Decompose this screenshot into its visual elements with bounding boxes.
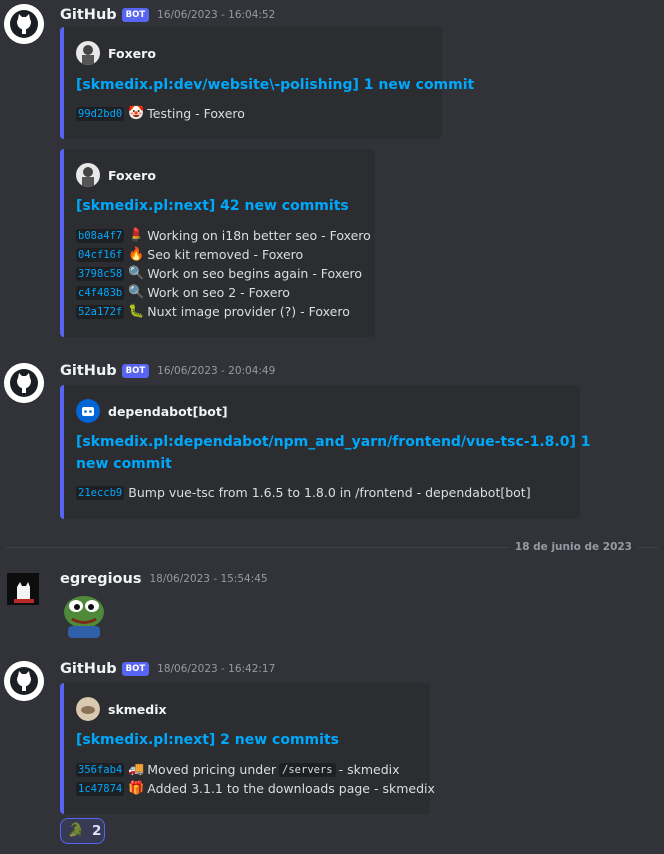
timestamp: 16/06/2023 - 16:04:52: [157, 9, 276, 21]
embed-author: Foxero: [76, 41, 156, 65]
author-name[interactable]: GitHub: [60, 661, 117, 677]
embed-title-link-cont[interactable]: new commit: [76, 453, 172, 475]
embed-author: dependabot[bot]: [76, 399, 228, 423]
commit-hash-link[interactable]: 21eccb9: [76, 485, 125, 500]
crocodile-emoji-icon: 🐊: [67, 823, 85, 838]
commit-message: Seo kit removed - Foxero: [147, 247, 304, 262]
commit-message: Moved pricing under: [147, 762, 277, 777]
embed-commit-4: skmedix [skmedix.pl:next] 2 new commits …: [60, 683, 435, 814]
dependabot-avatar: [76, 399, 100, 423]
github-avatar[interactable]: [4, 4, 44, 44]
github-avatar[interactable]: [4, 363, 44, 403]
message-header: egregious 18/06/2023 - 15:54:45: [60, 567, 268, 591]
gift-emoji-icon: 🎁: [128, 780, 145, 796]
embed-title-link[interactable]: [skmedix.pl:next] 42 new commits: [76, 195, 349, 217]
commit-message: Nuxt image provider (?) - Foxero: [147, 304, 350, 319]
truck-emoji-icon: 🚚: [128, 761, 145, 777]
commit-message: Testing - Foxero: [147, 106, 245, 121]
commit-line: 99d2bd0 🤡 Testing - Foxero: [76, 104, 245, 123]
foxero-avatar: [76, 163, 100, 187]
commit-hash-link[interactable]: b08a4f7: [76, 228, 125, 243]
embed-title-link[interactable]: [skmedix.pl:dev/website\-polishing] 1 ne…: [76, 74, 474, 96]
bot-badge: BOT: [121, 364, 150, 378]
embed-author: skmedix: [76, 697, 167, 721]
embed-author-name[interactable]: skmedix: [108, 702, 167, 717]
commit-line: 3798c58 🔍 Work on seo begins again - Fox…: [76, 264, 362, 283]
bug-emoji-icon: 🐛: [128, 303, 145, 319]
skmedix-avatar: [76, 697, 100, 721]
commit-message: Working on i18n better seo - Foxero: [147, 228, 371, 243]
author-name[interactable]: GitHub: [60, 7, 117, 23]
commit-hash-link[interactable]: 356fab4: [76, 762, 125, 777]
commit-message: Work on seo begins again - Foxero: [147, 266, 363, 281]
commit-line: 356fab4 🚚 Moved pricing under /servers -…: [76, 760, 400, 779]
commit-hash-link[interactable]: 1c47874: [76, 781, 125, 796]
commit-hash-link[interactable]: 04cf16f: [76, 247, 125, 262]
pepe-sticker[interactable]: [60, 592, 108, 638]
embed-author-name[interactable]: Foxero: [108, 168, 156, 183]
timestamp: 18/06/2023 - 15:54:45: [149, 573, 268, 585]
commit-line: 52a172f 🐛 Nuxt image provider (?) - Foxe…: [76, 302, 350, 321]
timestamp: 16/06/2023 - 20:04:49: [157, 365, 276, 377]
inline-code: /servers: [279, 762, 336, 777]
commit-line: 04cf16f 🔥 Seo kit removed - Foxero: [76, 245, 303, 264]
commit-message: Work on seo 2 - Foxero: [147, 285, 290, 300]
commit-line: 1c47874 🎁 Added 3.1.1 to the downloads p…: [76, 779, 435, 798]
clown-emoji-icon: 🤡: [128, 105, 145, 121]
commit-hash-link[interactable]: c4f483b: [76, 285, 125, 300]
commit-message-end: - skmedix: [338, 762, 400, 777]
github-icon: [4, 363, 44, 403]
embed-author-name[interactable]: Foxero: [108, 46, 156, 61]
cat-image-icon: [7, 573, 39, 605]
embed-commit-1: Foxero [skmedix.pl:dev/website\-polishin…: [60, 27, 474, 139]
fire-emoji-icon: 🔥: [128, 246, 145, 262]
bot-badge: BOT: [121, 662, 150, 676]
commit-message: Bump vue-tsc from 1.6.5 to 1.8.0 in /fro…: [128, 485, 531, 500]
commit-message: Added 3.1.1 to the downloads page - skme…: [147, 781, 435, 796]
date-divider-label: 18 de junio de 2023: [508, 540, 638, 554]
bot-badge: BOT: [121, 8, 150, 22]
github-avatar[interactable]: [4, 661, 44, 701]
egregious-avatar[interactable]: [7, 573, 39, 605]
magnifier-emoji-icon: 🔍: [128, 265, 145, 281]
embed-author-name[interactable]: dependabot[bot]: [108, 404, 228, 419]
lipstick-emoji-icon: 💄: [128, 227, 145, 243]
commit-line: b08a4f7 💄 Working on i18n better seo - F…: [76, 226, 371, 245]
embed-commit-2: Foxero [skmedix.pl:next] 42 new commits …: [60, 149, 375, 337]
embed-author: Foxero: [76, 163, 156, 187]
commit-hash-link[interactable]: 52a172f: [76, 304, 125, 319]
commit-line: c4f483b 🔍 Work on seo 2 - Foxero: [76, 283, 290, 302]
message-header: GitHub BOT 16/06/2023 - 16:04:52: [60, 3, 275, 27]
reaction-count: 2: [92, 823, 102, 839]
commit-line: 21eccb9 Bump vue-tsc from 1.6.5 to 1.8.0…: [76, 483, 531, 502]
commit-hash-link[interactable]: 3798c58: [76, 266, 125, 281]
github-icon: [4, 4, 44, 44]
github-icon: [4, 661, 44, 701]
reaction-button[interactable]: 🐊 2: [60, 818, 105, 844]
embed-title-link[interactable]: [skmedix.pl:next] 2 new commits: [76, 729, 339, 751]
author-name[interactable]: GitHub: [60, 363, 117, 379]
author-name[interactable]: egregious: [60, 571, 141, 587]
message-header: GitHub BOT 18/06/2023 - 16:42:17: [60, 657, 275, 681]
dependabot-icon: [76, 399, 100, 423]
timestamp: 18/06/2023 - 16:42:17: [157, 663, 276, 675]
embed-commit-3: dependabot[bot] [skmedix.pl:dependabot/n…: [60, 385, 590, 519]
commit-hash-link[interactable]: 99d2bd0: [76, 106, 125, 121]
message-header: GitHub BOT 16/06/2023 - 20:04:49: [60, 359, 275, 383]
embed-title-link[interactable]: [skmedix.pl:dependabot/npm_and_yarn/fron…: [76, 431, 590, 453]
magnifier-emoji-icon: 🔍: [128, 284, 145, 300]
foxero-avatar: [76, 41, 100, 65]
